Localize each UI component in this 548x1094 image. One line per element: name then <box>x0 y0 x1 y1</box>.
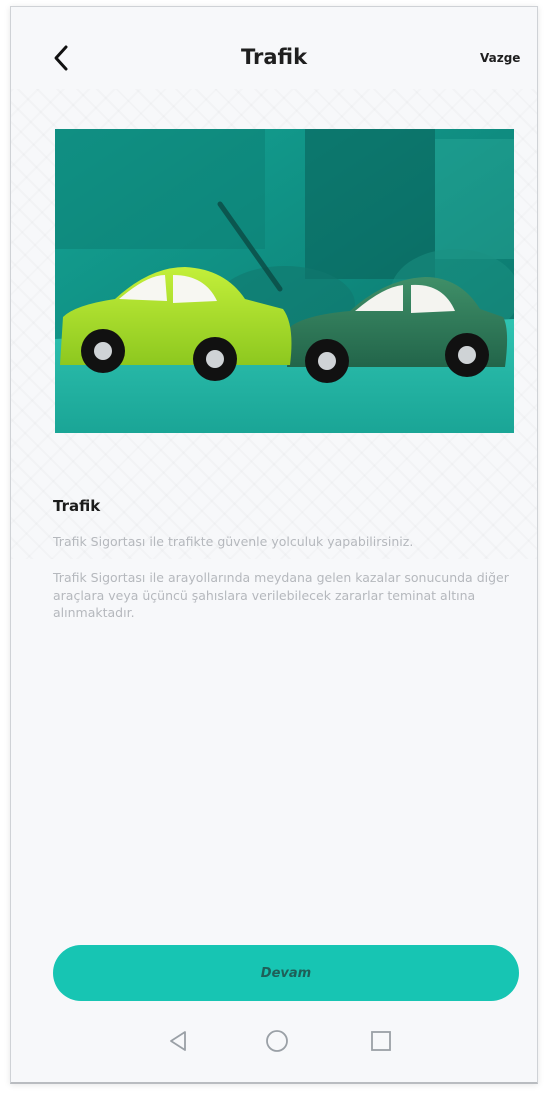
content-section: Trafik Trafik Sigortası ile trafikte güv… <box>53 497 521 640</box>
continue-button-label: Devam <box>260 965 312 981</box>
nav-recents-button[interactable] <box>368 1028 394 1054</box>
continue-button[interactable]: Devam <box>53 945 519 1001</box>
phone-screen: Trafik Vazge Trafik Trafik Sigortası ile… <box>10 6 538 1084</box>
page-title: Trafik <box>240 45 308 69</box>
triangle-back-icon <box>170 1031 186 1051</box>
nav-home-button[interactable] <box>264 1028 290 1054</box>
app-header: Trafik Vazge <box>11 7 537 89</box>
section-title: Trafik <box>53 497 101 515</box>
android-navigation-bar <box>11 1010 537 1082</box>
nav-back-button[interactable] <box>165 1028 191 1054</box>
circle-home-icon <box>266 1030 288 1052</box>
description-long: Trafik Sigortası ile arayollarında meyda… <box>53 569 509 621</box>
square-recents-icon <box>371 1031 391 1051</box>
car-collision-photo <box>55 129 514 433</box>
cancel-button[interactable]: Vazge <box>480 51 520 65</box>
hero-image <box>55 129 514 433</box>
description-short: Trafik Sigortası ile trafikte güvenle yo… <box>53 534 414 549</box>
